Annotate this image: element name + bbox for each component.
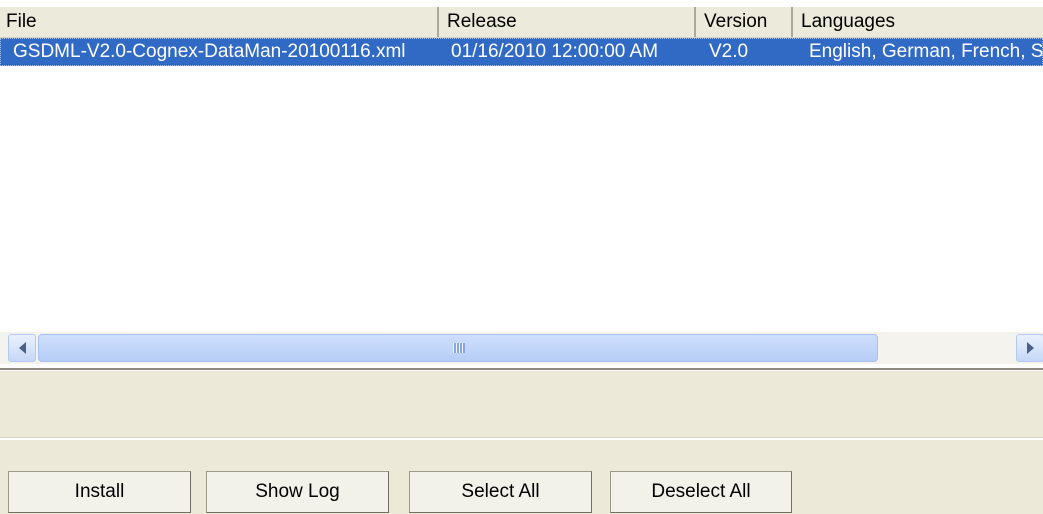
- horizontal-scrollbar[interactable]: [0, 332, 1043, 364]
- divider: [0, 437, 1043, 440]
- list-header: File Release Version Languages: [0, 7, 1043, 38]
- cell-languages: English, German, French, S: [809, 41, 1043, 62]
- install-button[interactable]: Install: [8, 471, 191, 513]
- column-header-version[interactable]: Version: [698, 7, 793, 37]
- scroll-left-button[interactable]: [8, 334, 36, 362]
- chevron-left-icon: [18, 342, 26, 354]
- cell-version: V2.0: [709, 41, 749, 62]
- cell-file: GSDML-V2.0-Cognex-DataMan-20100116.xml: [13, 41, 406, 62]
- gsd-file-list[interactable]: File Release Version Languages GSDML-V2.…: [0, 0, 1043, 368]
- divider: [0, 368, 1043, 371]
- chevron-right-icon: [1026, 342, 1034, 354]
- column-header-languages[interactable]: Languages: [795, 7, 1043, 37]
- select-all-button[interactable]: Select All: [409, 471, 592, 513]
- scroll-right-button[interactable]: [1016, 334, 1043, 362]
- scroll-thumb[interactable]: [38, 334, 878, 362]
- grip-icon: [453, 343, 465, 353]
- show-log-button[interactable]: Show Log: [206, 471, 389, 513]
- cell-release: 01/16/2010 12:00:00 AM: [451, 41, 659, 62]
- table-row[interactable]: GSDML-V2.0-Cognex-DataMan-20100116.xml 0…: [0, 38, 1043, 66]
- column-header-file[interactable]: File: [0, 7, 439, 37]
- deselect-all-button[interactable]: Deselect All: [610, 471, 792, 513]
- column-header-release[interactable]: Release: [441, 7, 696, 37]
